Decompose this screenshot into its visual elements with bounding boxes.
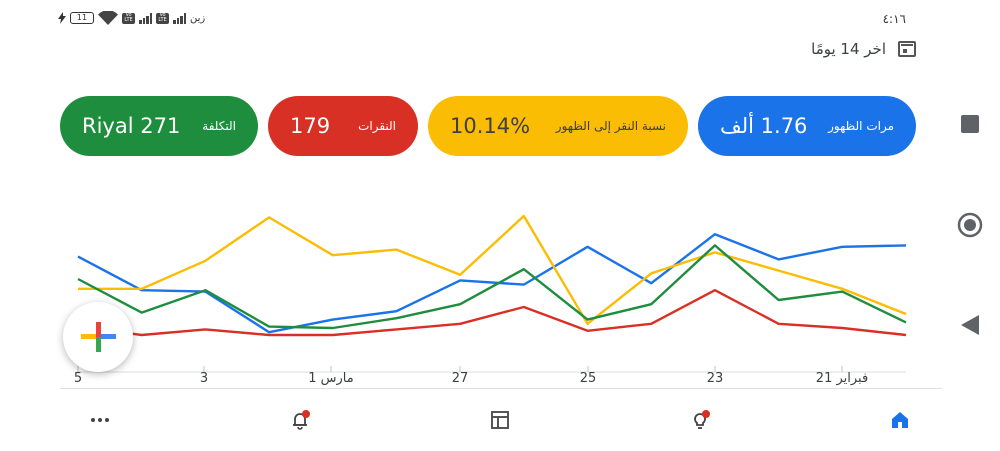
nav-dashboard[interactable]: [485, 405, 515, 435]
impressions-card[interactable]: مرات الظهور 1.76 ألف: [698, 96, 916, 156]
nav-notifications[interactable]: [285, 405, 315, 435]
recommendations-icon: [694, 410, 710, 429]
status-time: ٤:١٦: [882, 12, 906, 26]
chart-svg: 5 3 1 مارس 27 25 23 21 فبراير: [74, 214, 907, 386]
back-button[interactable]: [940, 314, 1000, 336]
more-icon: [91, 418, 109, 422]
x-tick-label: 25: [580, 371, 597, 386]
status-bar: 11 Vo LTE Vo LTE زين ٤:١٦: [0, 0, 940, 40]
home-icon: [892, 412, 908, 428]
volte-icon: Vo LTE: [122, 12, 135, 24]
impressions-value: 1.76 ألف: [720, 114, 808, 138]
system-navigation: [940, 0, 1000, 450]
ctr-label: نسبة النقر إلى الظهور: [555, 119, 666, 133]
charging-icon: [58, 12, 66, 24]
metric-cards: مرات الظهور 1.76 ألف نسبة النقر إلى الظه…: [60, 96, 916, 156]
x-tick-label: 23: [707, 371, 724, 386]
performance-chart: 5 3 1 مارس 27 25 23 21 فبراير: [0, 180, 940, 395]
series-line-0: [77, 233, 907, 334]
ctr-card[interactable]: نسبة النقر إلى الظهور 10.14%: [428, 96, 688, 156]
x-tick-label: 27: [452, 371, 469, 386]
status-icons: 11 Vo LTE Vo LTE زين: [58, 11, 205, 25]
date-range-label: اخر 14 يومًا: [811, 40, 886, 58]
recents-icon: [961, 115, 979, 133]
home-system-button[interactable]: [940, 212, 1000, 238]
bottom-navigation: [60, 388, 942, 451]
nav-more[interactable]: [85, 405, 115, 435]
notifications-icon: [293, 410, 310, 430]
x-tick-label: 21 فبراير: [816, 371, 868, 386]
signal-icon-2: [173, 12, 186, 24]
clicks-card[interactable]: النقرات 179: [268, 96, 418, 156]
back-icon: [961, 315, 979, 335]
x-tick-label: 5: [74, 371, 82, 386]
cost-value: Riyal 271: [82, 114, 181, 138]
battery-icon: 11: [70, 12, 94, 24]
nav-home[interactable]: [885, 405, 915, 435]
date-range-selector[interactable]: اخر 14 يومًا: [811, 40, 916, 58]
recents-button[interactable]: [940, 114, 1000, 134]
dashboard-icon: [491, 411, 509, 429]
clicks-value: 179: [290, 114, 331, 138]
series-line-1: [78, 214, 907, 326]
carrier-name: زين: [190, 12, 206, 24]
series-line-3: [77, 288, 907, 337]
clicks-label: النقرات: [358, 119, 396, 133]
x-tick-label: 3: [200, 371, 208, 386]
cost-card[interactable]: التكلفة Riyal 271: [60, 96, 258, 156]
ctr-value: 10.14%: [450, 114, 531, 138]
x-tick-label: 1 مارس: [308, 371, 353, 386]
nav-recommendations[interactable]: [685, 405, 715, 435]
cost-label: التكلفة: [202, 119, 236, 133]
volte-icon-2: Vo LTE: [156, 12, 169, 24]
impressions-label: مرات الظهور: [828, 119, 894, 133]
add-button[interactable]: [63, 302, 133, 372]
signal-icon: [139, 12, 152, 24]
home-circle-icon: [957, 212, 983, 238]
wifi-icon: [98, 11, 118, 25]
calendar-icon: [898, 41, 916, 57]
